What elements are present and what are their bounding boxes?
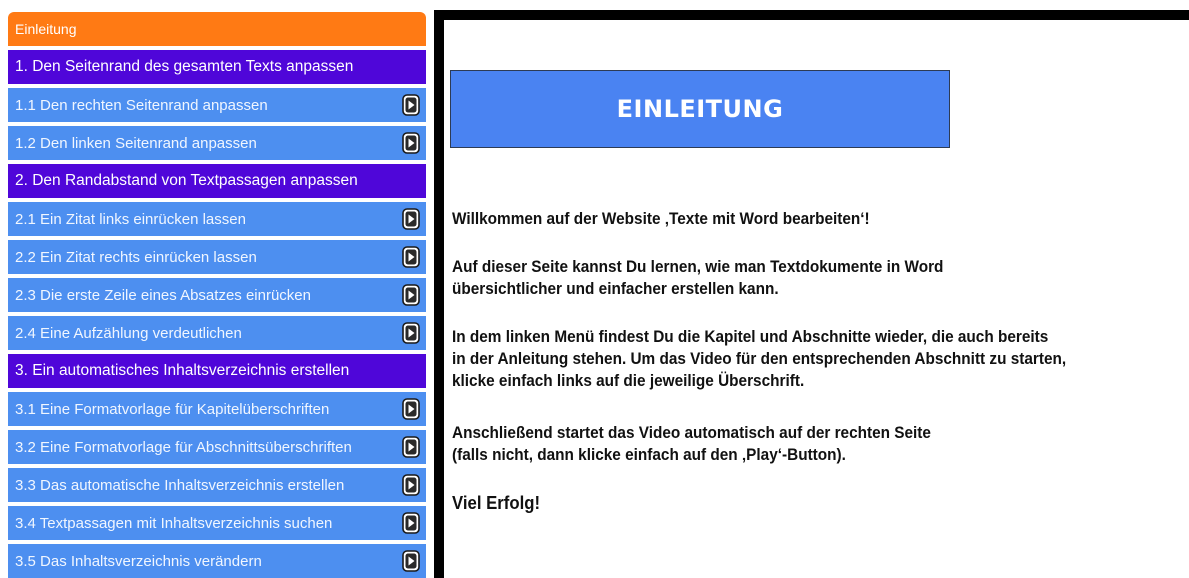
learn-line-2: übersichtlicher und einfacher erstellen …	[452, 280, 779, 298]
sidebar-item-section[interactable]: 3.1 Eine Formatvorlage für Kapitelübersc…	[8, 392, 426, 426]
after-paragraph: Anschließend startet das Video automatis…	[452, 422, 1140, 466]
sidebar-item-label: 1.2 Den linken Seitenrand anpassen	[15, 134, 257, 152]
play-icon[interactable]	[402, 550, 420, 572]
menu-line-2: in der Anleitung stehen. Um das Video fü…	[452, 350, 1067, 368]
sidebar-item-label: 2.4 Eine Aufzählung verdeutlichen	[15, 324, 242, 342]
welcome-text: Willkommen auf der Website ‚Texte mit Wo…	[452, 208, 1140, 230]
sidebar-item-label: 2. Den Randabstand von Textpassagen anpa…	[15, 172, 358, 189]
play-icon[interactable]	[402, 512, 420, 534]
sidebar-item-label: 1.1 Den rechten Seitenrand anpassen	[15, 96, 268, 114]
sidebar-item-chapter[interactable]: 1. Den Seitenrand des gesamten Texts anp…	[8, 50, 426, 84]
title-box: EINLEITUNG	[450, 70, 950, 148]
play-icon[interactable]	[402, 436, 420, 458]
page: Einleitung 1. Den Seitenrand des gesamten…	[0, 0, 1189, 578]
sidebar-item-label: 3.1 Eine Formatvorlage für Kapitelübersc…	[15, 400, 330, 418]
play-icon[interactable]	[402, 208, 420, 230]
content-panel: EINLEITUNG Willkommen auf der Website ‚T…	[434, 10, 1189, 578]
menu-line-3: klicke einfach links auf die jeweilige Ü…	[452, 372, 805, 390]
sidebar-item-section[interactable]: 3.2 Eine Formatvorlage für Abschnittsübe…	[8, 430, 426, 464]
sidebar-item-section[interactable]: 1.1 Den rechten Seitenrand anpassen	[8, 88, 426, 122]
play-icon[interactable]	[402, 474, 420, 496]
sidebar-item-section[interactable]: 2.2 Ein Zitat rechts einrücken lassen	[8, 240, 426, 274]
sidebar-item-section[interactable]: 3.3 Das automatische Inhaltsverzeichnis …	[8, 468, 426, 502]
after-line-1: Anschließend startet das Video automatis…	[452, 424, 931, 442]
welcome-line: Willkommen auf der Website ‚Texte mit Wo…	[452, 210, 870, 228]
sidebar-item-label: 3.2 Eine Formatvorlage für Abschnittsübe…	[15, 438, 352, 456]
sidebar-item-section[interactable]: 3.5 Das Inhaltsverzeichnis verändern	[8, 544, 426, 578]
sidebar-item-chapter[interactable]: 2. Den Randabstand von Textpassagen anpa…	[8, 164, 426, 198]
sidebar-item-label: 3.3 Das automatische Inhaltsverzeichnis …	[15, 476, 345, 494]
menu-line-1: In dem linken Menü findest Du die Kapite…	[452, 328, 1049, 346]
sidebar-item-label: 3.4 Textpassagen mit Inhaltsverzeichnis …	[15, 514, 333, 532]
page-title: EINLEITUNG	[616, 95, 784, 123]
play-icon[interactable]	[402, 94, 420, 116]
play-icon[interactable]	[402, 398, 420, 420]
play-icon[interactable]	[402, 132, 420, 154]
sidebar-item-section[interactable]: 3.4 Textpassagen mit Inhaltsverzeichnis …	[8, 506, 426, 540]
sidebar-item-label: 2.3 Die erste Zeile eines Absatzes einrü…	[15, 286, 311, 304]
good-luck-line: Viel Erfolg!	[452, 493, 541, 513]
sidebar-item-section[interactable]: 2.1 Ein Zitat links einrücken lassen	[8, 202, 426, 236]
sidebar-item-label: 2.2 Ein Zitat rechts einrücken lassen	[15, 248, 257, 266]
sidebar-menu: Einleitung 1. Den Seitenrand des gesamten…	[8, 12, 426, 578]
sidebar-item-label: 3. Ein automatisches Inhaltsverzeichnis …	[15, 362, 350, 379]
after-line-2: (falls nicht, dann klicke einfach auf de…	[452, 446, 846, 464]
learn-line-1: Auf dieser Seite kannst Du lernen, wie m…	[452, 258, 944, 276]
sidebar-item-label: 3.5 Das Inhaltsverzeichnis verändern	[15, 552, 262, 570]
learn-paragraph: Auf dieser Seite kannst Du lernen, wie m…	[452, 256, 1140, 300]
play-icon[interactable]	[402, 322, 420, 344]
sidebar-item-intro[interactable]: Einleitung	[8, 12, 426, 46]
sidebar-item-section[interactable]: 2.4 Eine Aufzählung verdeutlichen	[8, 316, 426, 350]
play-icon[interactable]	[402, 284, 420, 306]
sidebar-item-label: 2.1 Ein Zitat links einrücken lassen	[15, 210, 246, 228]
sidebar-item-section[interactable]: 2.3 Die erste Zeile eines Absatzes einrü…	[8, 278, 426, 312]
sidebar-item-section[interactable]: 1.2 Den linken Seitenrand anpassen	[8, 126, 426, 160]
sidebar-item-label: Einleitung	[15, 21, 77, 37]
play-icon[interactable]	[402, 246, 420, 268]
sidebar-item-label: 1. Den Seitenrand des gesamten Texts anp…	[15, 58, 354, 75]
menu-paragraph: In dem linken Menü findest Du die Kapite…	[452, 326, 1140, 392]
sidebar-item-chapter[interactable]: 3. Ein automatisches Inhaltsverzeichnis …	[8, 354, 426, 388]
good-luck-text: Viel Erfolg!	[452, 492, 1140, 514]
